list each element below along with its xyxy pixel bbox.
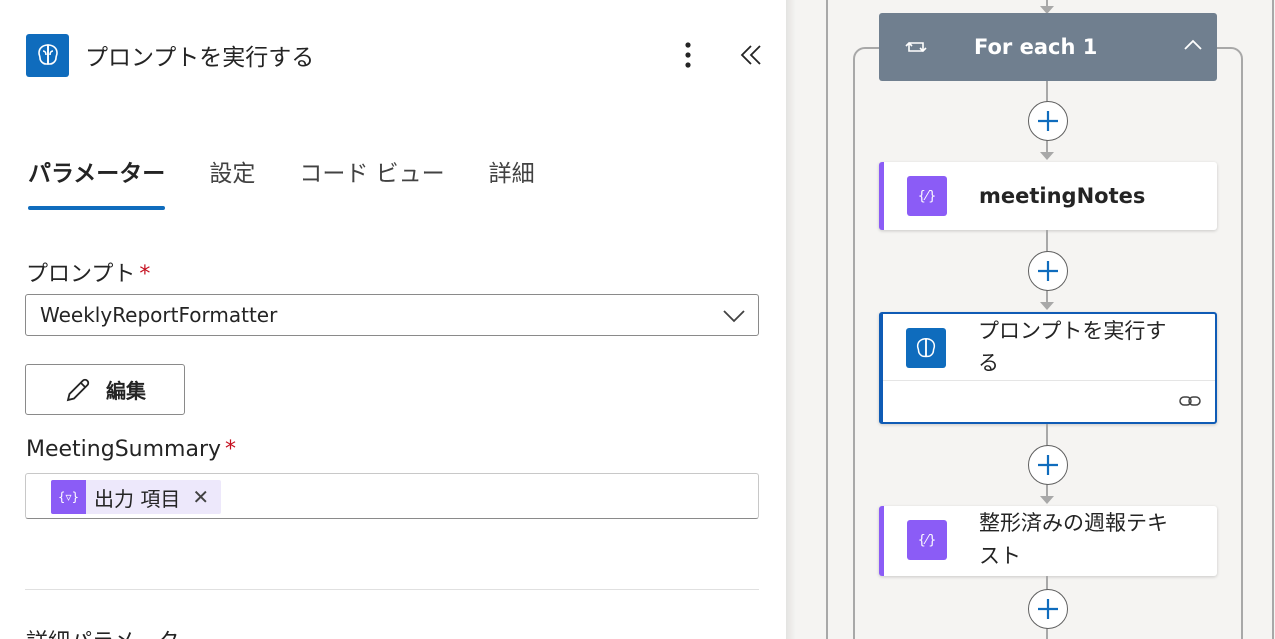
panel-title: プロンプトを実行する <box>85 45 315 71</box>
ai-brain-icon <box>26 33 69 77</box>
tab-settings[interactable]: 設定 <box>209 154 255 210</box>
node-title-line-1: 整形済みの週報テキ <box>979 511 1168 535</box>
prompt-selected-value: WeeklyReportFormatter <box>40 303 278 327</box>
chevron-down-icon <box>723 310 745 323</box>
dynamic-content-token[interactable]: {▿} 出力 項目 ✕ <box>51 480 222 514</box>
plus-icon <box>1038 111 1058 131</box>
action-details-panel: プロンプトを実行する パラメーター 設定 コード ビュー 詳細 プロンプト * W… <box>0 0 786 639</box>
pencil-icon <box>66 378 90 401</box>
link-icon[interactable] <box>1179 394 1201 408</box>
panel-header: プロンプトを実行する <box>26 33 766 77</box>
meeting-summary-label: MeetingSummary * <box>26 437 236 462</box>
edit-button-label: 編集 <box>106 379 146 403</box>
connector-arrow <box>1040 152 1054 160</box>
tab-details[interactable]: 詳細 <box>489 154 535 210</box>
tab-parameters[interactable]: パラメーター <box>28 154 166 210</box>
more-vertical-icon <box>685 42 691 68</box>
advanced-parameters-label[interactable]: 詳細パラメーター <box>26 624 201 639</box>
insert-step-button[interactable] <box>1028 251 1068 291</box>
variable-icon: {▿} <box>51 480 86 514</box>
prompt-label-text: プロンプト <box>26 262 136 287</box>
required-mark: * <box>139 262 151 287</box>
flow-designer-canvas[interactable]: For each 1 {⁄} meetingNotes プロンプトを実行す る <box>786 0 1275 639</box>
formatted-report-action-card[interactable]: {⁄} 整形済みの週報テキ スト <box>879 506 1217 576</box>
connector-arrow <box>1040 496 1054 504</box>
loop-icon <box>905 41 927 53</box>
ai-brain-icon <box>906 328 946 368</box>
chevron-up-icon[interactable] <box>1183 37 1203 51</box>
section-divider <box>25 589 759 590</box>
more-options-button[interactable] <box>676 34 700 76</box>
insert-step-button[interactable] <box>1028 445 1068 485</box>
collapse-panel-button[interactable] <box>736 34 766 76</box>
meeting-summary-label-text: MeetingSummary <box>26 437 222 462</box>
double-chevron-left-icon <box>740 45 761 65</box>
insert-step-button[interactable] <box>1028 589 1068 629</box>
foreach-action-card[interactable]: For each 1 <box>879 13 1217 81</box>
insert-step-button[interactable] <box>1028 101 1068 141</box>
plus-icon <box>1038 599 1058 619</box>
card-separator <box>883 380 1215 381</box>
variable-icon: {⁄} <box>907 176 947 216</box>
token-label: 出力 項目 <box>94 486 181 511</box>
node-title-line-2: スト <box>979 544 1021 568</box>
node-title: meetingNotes <box>979 184 1146 208</box>
node-title-line-1: プロンプトを実行す <box>978 319 1167 343</box>
meeting-summary-input[interactable]: {▿} 出力 項目 ✕ <box>25 473 759 519</box>
plus-icon <box>1038 261 1058 281</box>
run-prompt-action-card[interactable]: プロンプトを実行す る <box>879 312 1217 424</box>
plus-icon <box>1038 455 1058 475</box>
connector-arrow <box>1040 302 1054 310</box>
edit-prompt-button[interactable]: 編集 <box>25 364 185 415</box>
node-title-line-2: る <box>978 351 999 375</box>
meetingnotes-action-card[interactable]: {⁄} meetingNotes <box>879 162 1217 230</box>
tab-bar: パラメーター 設定 コード ビュー 詳細 <box>28 154 579 210</box>
canvas-edge-shadow <box>786 0 796 639</box>
tab-code-view[interactable]: コード ビュー <box>299 154 444 210</box>
variable-icon: {⁄} <box>907 520 947 560</box>
foreach-title: For each 1 <box>974 35 1098 59</box>
remove-token-icon[interactable]: ✕ <box>192 485 209 509</box>
required-mark: * <box>225 437 237 462</box>
prompt-dropdown[interactable]: WeeklyReportFormatter <box>25 294 759 336</box>
prompt-field-label: プロンプト * <box>26 256 150 288</box>
